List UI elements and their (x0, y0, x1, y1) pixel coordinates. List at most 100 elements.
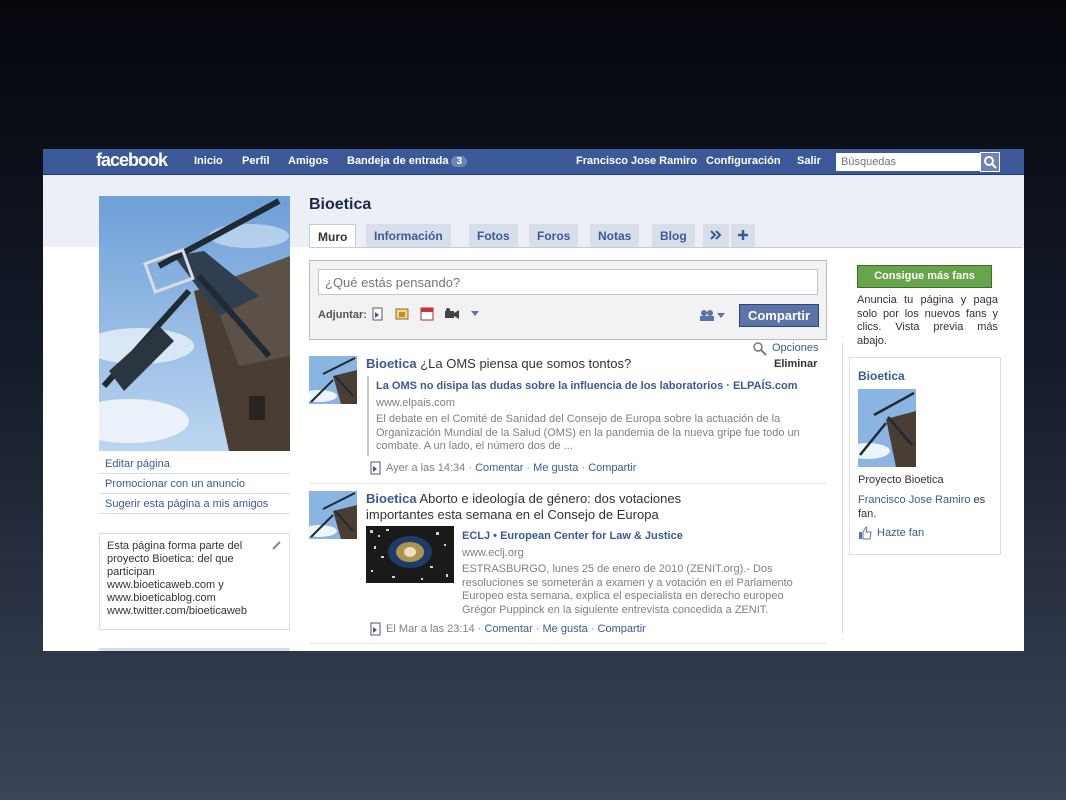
divider (99, 513, 290, 514)
video-attach-icon[interactable] (444, 307, 460, 321)
link-post-icon (368, 622, 382, 636)
options-link[interactable]: Opciones (772, 342, 818, 354)
link-thumbnail[interactable] (366, 526, 454, 583)
nav-logout[interactable]: Salir (797, 155, 821, 167)
inbox-label: Bandeja de entrada (347, 155, 449, 167)
search-icon (984, 156, 997, 169)
avatar[interactable] (309, 356, 357, 404)
thumbs-up-icon (858, 526, 872, 540)
divider (99, 648, 290, 651)
post-meta: El Mar a las 23:14 · Comentar · Me gusta… (386, 623, 646, 635)
post-time[interactable]: Ayer a las 14:34 (386, 462, 465, 474)
nav-inicio[interactable]: Inicio (194, 155, 223, 167)
page-info-box: Esta página forma parte del proyecto Bio… (99, 533, 290, 630)
tab-fotos[interactable]: Fotos (469, 224, 518, 247)
nav-amigos[interactable]: Amigos (288, 155, 328, 167)
edit-page-link[interactable]: Editar página (105, 458, 170, 470)
suggest-friends-link[interactable]: Sugerir esta página a mis amigos (105, 498, 268, 510)
ad-fan-line2: fan. (858, 508, 877, 520)
fans-description: Anuncia tu página y paga solo por los nu… (857, 294, 998, 347)
more-tabs-button[interactable] (703, 224, 729, 247)
facebook-logo[interactable]: facebook (96, 150, 168, 171)
delete-link[interactable]: Eliminar (774, 358, 817, 370)
chevron-down-icon[interactable] (470, 310, 480, 318)
post-text: Bioetica Aborto e ideología de género: d… (366, 491, 746, 523)
avatar[interactable] (309, 491, 357, 539)
tab-foros[interactable]: Foros (529, 224, 579, 247)
attachment-description: ESTRASBURGO, lunes 25 de enero de 2010 (… (462, 563, 822, 617)
nav-user-name[interactable]: Francisco Jose Ramiro (576, 155, 697, 167)
post-text: Bioetica ¿La OMS piensa que somos tontos… (366, 356, 766, 372)
comment-link[interactable]: Comentar (475, 462, 523, 474)
desc-line: combate. A un lado, el número dos de ... (376, 440, 573, 452)
attachment-quote-bar (367, 376, 369, 456)
desc-line: Europeo esta semana, explica el especial… (462, 590, 784, 602)
share-link[interactable]: Compartir (588, 462, 636, 474)
search-button[interactable] (980, 152, 1000, 172)
divider (99, 493, 290, 494)
info-line: www.twitter.com/bioeticaweb (107, 605, 247, 617)
search-input[interactable] (836, 153, 980, 171)
desc-line: resoluciones se someterán a examen y a v… (462, 576, 793, 589)
like-link[interactable]: Me gusta (543, 623, 588, 635)
ad-fan-text: Francisco Jose Ramiro es fan. (858, 493, 998, 521)
comment-link[interactable]: Comentar (484, 623, 532, 635)
tab-notas[interactable]: Notas (590, 224, 640, 247)
become-fan-link[interactable]: Hazte fan (877, 527, 924, 539)
info-line: www.bioeticablog.com (107, 592, 216, 604)
ad-preview-box: Bioetica Proyecto Bioetica Francisco Jos… (842, 342, 1001, 634)
ad-title[interactable]: Bioetica (858, 369, 905, 383)
share-button[interactable]: Compartir (739, 304, 819, 327)
page-title: Bioetica (309, 196, 372, 213)
tab-informacion[interactable]: Información (366, 224, 451, 247)
windmill-image (99, 196, 290, 451)
tab-blog[interactable]: Blog (652, 224, 695, 247)
ad-fan-name[interactable]: Francisco Jose Ramiro (858, 494, 970, 506)
attachment-url: www.elpais.com (376, 397, 455, 409)
pencil-icon[interactable] (271, 540, 282, 551)
plus-icon (738, 230, 748, 240)
attachment-url: www.eclj.org (462, 547, 524, 559)
desc-line: Grégor Puppinck en la siguiente entrevis… (462, 603, 769, 616)
profile-picture[interactable] (99, 196, 290, 451)
photo-attach-icon[interactable] (395, 307, 409, 321)
desc-line: El debate en el Comité de Sanidad del Co… (376, 413, 781, 425)
divider (309, 643, 827, 644)
desc-line: ESTRASBURGO, lunes 25 de enero de 2010 (… (462, 563, 773, 575)
status-input[interactable] (318, 269, 818, 295)
link-attach-icon[interactable] (370, 307, 384, 321)
facebook-page-screenshot: facebook Inicio Perfil Amigos Bandeja de… (43, 149, 1024, 651)
attachment-description: El debate en el Comité de Sanidad del Co… (376, 413, 826, 454)
add-tab-button[interactable] (731, 224, 755, 247)
tab-bar-divider (309, 247, 1023, 248)
magnifier-icon (752, 341, 768, 357)
info-line: Esta página forma parte del (107, 540, 243, 552)
privacy-friends-icon[interactable] (700, 309, 726, 321)
nav-settings[interactable]: Configuración (706, 155, 781, 167)
tab-muro[interactable]: Muro (309, 224, 357, 248)
info-line: proyecto Bioetica: del que (107, 553, 234, 565)
post-time[interactable]: El Mar a las 23:14 (386, 623, 475, 635)
ad-fan-suffix: es (970, 494, 986, 506)
like-link[interactable]: Me gusta (533, 462, 578, 474)
divider (99, 473, 290, 474)
attachment-title-link[interactable]: ECLJ • European Center for Law & Justice (462, 530, 683, 542)
nav-perfil[interactable]: Perfil (242, 155, 270, 167)
attach-label: Adjuntar: (318, 309, 367, 321)
post-meta: Ayer a las 14:34 · Comentar · Me gusta ·… (386, 462, 637, 474)
inbox-count-badge: 3 (451, 156, 468, 167)
info-line: participan (107, 566, 155, 578)
event-attach-icon[interactable] (420, 307, 434, 321)
share-link[interactable]: Compartir (598, 623, 646, 635)
get-more-fans-button[interactable]: Consigue más fans (857, 265, 992, 288)
post-message-line: Aborto e ideología de género: dos votaci… (419, 491, 682, 506)
nav-inbox[interactable]: Bandeja de entrada 3 (347, 155, 468, 167)
promote-ad-link[interactable]: Promocionar con un anuncio (105, 478, 245, 490)
post-author[interactable]: Bioetica (366, 491, 417, 506)
post-message-line: importantes esta semana en el Consejo de… (366, 507, 659, 522)
top-navigation-bar: facebook Inicio Perfil Amigos Bandeja de… (43, 149, 1024, 175)
ad-image[interactable] (858, 389, 916, 467)
post-author[interactable]: Bioetica (366, 356, 417, 371)
attachment-title-link[interactable]: La OMS no disipa las dudas sobre la infl… (376, 380, 798, 392)
double-chevron-right-icon (710, 230, 722, 240)
